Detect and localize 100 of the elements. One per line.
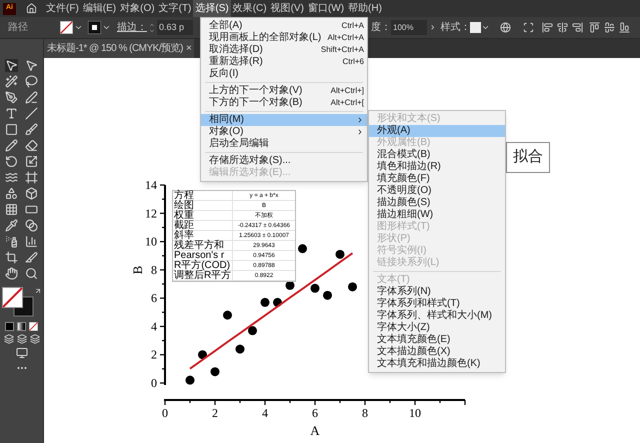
shape-builder-icon[interactable] — [5, 187, 18, 200]
menu-bar-item[interactable]: 文件(F) — [44, 0, 81, 17]
align-bottom-icon[interactable] — [619, 22, 630, 33]
eyedropper-icon[interactable] — [5, 219, 18, 232]
zoom-icon[interactable] — [25, 267, 38, 280]
menu-bar-item[interactable]: 对象(O) — [118, 0, 157, 17]
data-point — [298, 244, 307, 254]
screen-mode-icon[interactable] — [16, 347, 28, 359]
menu-bar-item[interactable]: 窗口(W) — [306, 0, 346, 17]
menu-bar-item[interactable]: 编辑(E) — [80, 0, 118, 17]
fill-swatch[interactable] — [60, 21, 73, 34]
pencil-icon[interactable] — [5, 139, 18, 152]
menu-item[interactable]: 上方的下一个对象(V) Alt+Ctrl+] — [201, 85, 367, 97]
hand-icon[interactable] — [5, 267, 18, 280]
tick-label: 6 — [151, 291, 157, 306]
menu-item[interactable]: 填充颜色(F) — [369, 173, 505, 185]
line-icon[interactable] — [25, 107, 38, 120]
align-top-icon[interactable] — [589, 22, 600, 33]
none-swatch[interactable] — [29, 322, 38, 331]
menu-bar-item[interactable]: 文字(T) — [156, 0, 194, 17]
menu-item[interactable]: 描边颜色(S) — [369, 197, 505, 209]
menu-item[interactable]: 不透明度(O) — [369, 185, 505, 197]
pen-icon[interactable] — [5, 91, 18, 104]
swap-arrow-icon[interactable] — [34, 287, 42, 295]
align-center-icon[interactable] — [557, 22, 568, 33]
stepper-icon[interactable] — [149, 22, 155, 34]
menu-item[interactable]: 字体系列、样式和大小(M) — [369, 310, 505, 322]
fill-and-stroke-swatches[interactable] — [2, 287, 34, 317]
caret-icon[interactable] — [74, 23, 83, 32]
menu-item[interactable]: 字体系列(N) — [369, 286, 505, 298]
gradient-swatch[interactable] — [17, 322, 26, 331]
stroke-swatch[interactable] — [88, 21, 101, 34]
menu-item[interactable]: 字体系列和样式(T) — [369, 298, 505, 310]
caret-icon[interactable] — [481, 23, 490, 32]
color-swatch[interactable] — [5, 322, 14, 331]
menu-bar-item[interactable]: 效果(C) — [230, 0, 269, 17]
symbol-sprayer-icon[interactable] — [5, 235, 18, 248]
home-icon[interactable] — [26, 3, 37, 14]
perspective-icon[interactable] — [25, 187, 38, 200]
menu-item[interactable]: 文本描边颜色(X) — [369, 346, 505, 358]
menu-item[interactable]: 反向(I) — [201, 68, 367, 80]
data-point — [223, 310, 232, 320]
menu-bar-item[interactable]: 帮助(H) — [346, 0, 384, 17]
menu-item[interactable]: 描边粗细(W) — [369, 209, 505, 221]
lasso-icon[interactable] — [25, 75, 38, 88]
paintbrush-icon[interactable] — [25, 123, 38, 136]
menu-item[interactable]: 对象(O) — [201, 126, 367, 138]
opacity-arrow[interactable]: › — [431, 20, 434, 35]
type-icon[interactable] — [5, 107, 18, 120]
menu-item[interactable]: 混合模式(B) — [369, 149, 505, 161]
blend-icon[interactable] — [25, 219, 38, 232]
table-cell: 绘图 — [173, 201, 233, 210]
menu-item[interactable]: 存储所选对象(S)... — [201, 155, 367, 167]
magic-wand-icon[interactable] — [5, 75, 18, 88]
menu-bar-item[interactable]: 选择(S) — [193, 0, 231, 17]
align-middle-icon[interactable] — [604, 22, 616, 33]
scale-icon[interactable] — [25, 155, 38, 168]
menu-item[interactable]: 下方的下一个对象(B) Alt+Ctrl+[ — [201, 97, 367, 109]
shortcut-text: Alt+Ctrl+[ — [330, 97, 364, 109]
menu-item[interactable]: 文本填充和描边颜色(K) — [369, 358, 505, 370]
align-right-icon[interactable] — [572, 22, 584, 33]
caret-icon[interactable] — [102, 23, 111, 32]
menu-item[interactable]: 填色和描边(R) — [369, 161, 505, 173]
rectangle-icon[interactable] — [5, 123, 18, 136]
data-point — [236, 344, 244, 354]
style-swatch[interactable] — [470, 22, 482, 33]
globe-icon[interactable] — [500, 22, 512, 33]
menu-item[interactable]: 外观(A) — [369, 125, 505, 137]
data-point — [248, 326, 257, 336]
stroke-label[interactable]: 描边： — [117, 20, 147, 35]
rotate-icon[interactable] — [5, 155, 18, 168]
curvature-pen-icon[interactable] — [25, 91, 38, 104]
tick-label: 6 — [312, 406, 318, 420]
shortcut-text: Alt+Ctrl+A — [328, 32, 364, 44]
tab-close[interactable]: × — [186, 41, 192, 56]
menu-item[interactable]: 字体大小(Z) — [369, 322, 505, 334]
tick-label: 0 — [162, 406, 168, 420]
document-tab[interactable]: 未标题-1* @ 150 % (CMYK/预览) × — [44, 39, 194, 58]
menu-item[interactable]: 取消选择(D) Shift+Ctrl+A — [201, 44, 367, 56]
data-point — [198, 350, 207, 360]
direct-selection-arrow-icon[interactable] — [25, 59, 38, 72]
style-label: 样式： — [440, 20, 470, 35]
menu-item[interactable]: 全部(A) Ctrl+A — [201, 20, 367, 32]
menu-item[interactable]: 相同(M) — [201, 114, 367, 126]
transform-icon[interactable] — [523, 22, 534, 33]
stroke-weight-field[interactable]: 0.63 p — [157, 20, 193, 35]
menu-item[interactable]: 重新选择(R) Ctrl+6 — [201, 56, 367, 68]
tick-label: 0 — [151, 376, 157, 390]
eraser-icon[interactable] — [25, 139, 38, 152]
slice-icon[interactable] — [25, 251, 38, 264]
mesh-icon[interactable] — [5, 203, 18, 216]
menu-item[interactable]: 启动全局编辑 — [201, 138, 367, 150]
column-graph-icon[interactable] — [25, 235, 38, 248]
menu-bar-item[interactable]: 视图(V) — [268, 0, 306, 17]
menu-item[interactable]: 文本填充颜色(E) — [369, 334, 505, 346]
opacity-field[interactable]: 100% — [391, 20, 427, 35]
menu-item[interactable]: 现用画板上的全部对象(L) Alt+Ctrl+A — [201, 32, 367, 44]
data-point — [210, 367, 220, 376]
selection-arrow-icon[interactable] — [5, 59, 18, 72]
align-left-icon[interactable] — [542, 22, 554, 33]
